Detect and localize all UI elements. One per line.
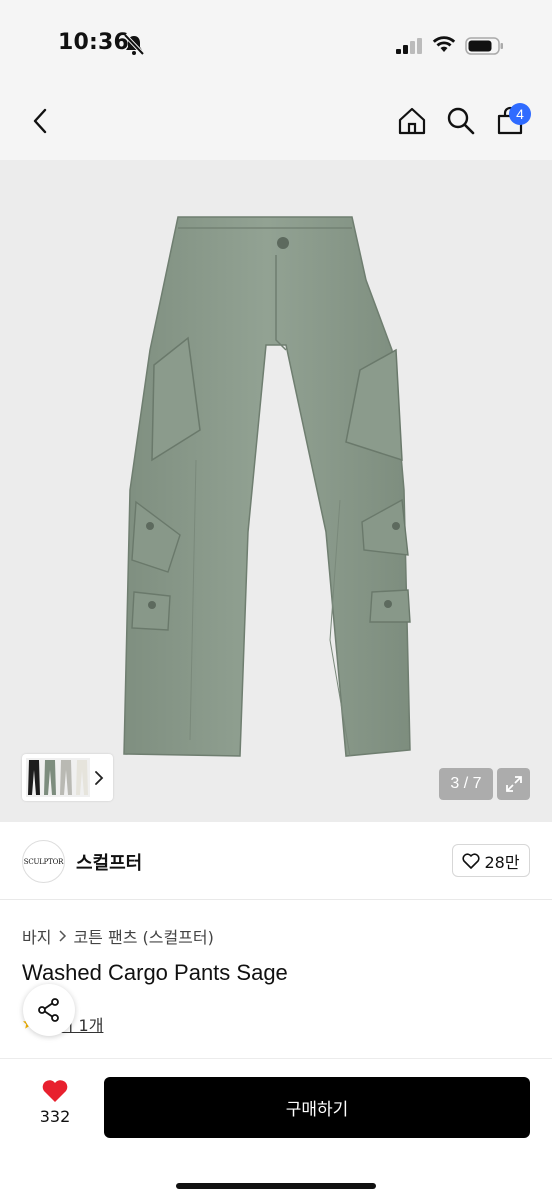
color-thumbnails — [26, 758, 90, 797]
brand-logo[interactable]: SCULPTOR — [22, 840, 65, 883]
product-image — [123, 216, 411, 757]
status-bar: 10:36 — [0, 0, 552, 90]
product-title: Washed Cargo Pants Sage — [22, 960, 288, 985]
product-image-gallery[interactable]: 3 / 7 — [0, 160, 552, 822]
chevron-left-icon — [33, 108, 47, 134]
back-button[interactable] — [22, 102, 58, 140]
home-icon — [398, 107, 426, 135]
favorite-button[interactable]: 332 — [30, 1079, 80, 1133]
brand-name[interactable]: 스컬프터 — [76, 849, 142, 875]
breadcrumb-subcategory[interactable]: 코튼 팬츠 (스컬프터) — [73, 924, 213, 948]
share-icon — [38, 998, 59, 1022]
home-indicator — [176, 1183, 376, 1189]
home-button[interactable] — [394, 102, 430, 140]
brand-logo-text: SCULPTOR — [23, 857, 64, 866]
expand-button[interactable] — [497, 768, 530, 800]
nav-bar: 4 — [0, 90, 552, 160]
brand-row: SCULPTOR 스컬프터 28만 — [0, 822, 552, 900]
heart-filled-icon — [42, 1080, 68, 1102]
chevron-right-icon — [95, 770, 104, 785]
cart-count-badge: 4 — [509, 103, 531, 125]
battery-icon — [465, 37, 503, 55]
share-button[interactable] — [23, 984, 75, 1036]
image-counter: 3 / 7 — [439, 768, 493, 800]
breadcrumb: 바지 코튼 팬츠 (스컬프터) — [22, 924, 214, 948]
top-area: 10:36 4 — [0, 0, 552, 160]
status-time: 10:36 — [58, 30, 130, 55]
search-button[interactable] — [443, 102, 479, 140]
brand-like-count: 28만 — [484, 852, 520, 872]
buy-button[interactable]: 구매하기 — [104, 1077, 530, 1138]
expand-icon — [505, 776, 522, 792]
bottom-action-bar: 332 구매하기 — [0, 1058, 552, 1200]
heart-outline-icon — [462, 852, 480, 869]
bell-off-icon — [124, 34, 144, 56]
search-icon — [447, 107, 475, 135]
signal-icon — [396, 38, 422, 54]
wifi-icon — [432, 36, 456, 52]
brand-like-button[interactable]: 28만 — [452, 844, 530, 877]
chevron-right-icon — [59, 930, 67, 942]
thumbnail-strip[interactable] — [22, 754, 113, 801]
favorite-count: 332 — [39, 1107, 71, 1126]
breadcrumb-category[interactable]: 바지 — [22, 924, 51, 948]
